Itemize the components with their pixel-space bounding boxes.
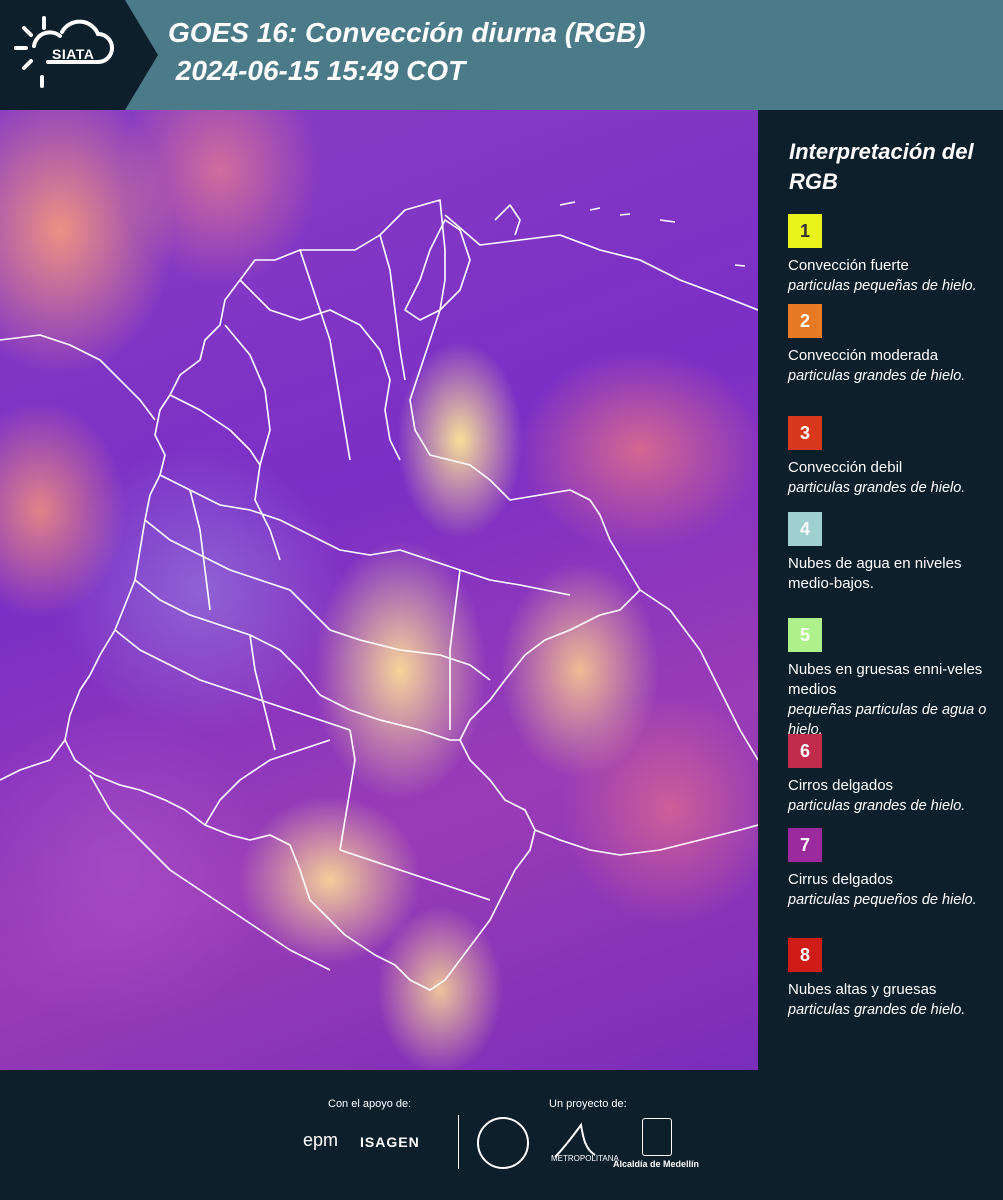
alcaldia-shield-icon: [642, 1118, 672, 1156]
legend-item: 4 Nubes de agua en niveles medio-bajos.: [788, 512, 993, 594]
legend-label: Nubes en gruesas enni-veles medios: [788, 661, 983, 698]
title-line-2: 2024-06-15 15:49 COT: [168, 55, 466, 86]
header: SIATA GOES 16: Convección diurna (RGB) 2…: [0, 0, 1003, 110]
legend-item: 2 Convección moderada particulas grandes d…: [788, 304, 993, 386]
legend-label: Cirros delgados: [788, 777, 894, 794]
footer: Con el apoyo de: Un proyecto de: epm ISA…: [0, 1070, 1003, 1200]
legend-description: particulas grandes de hielo.: [788, 368, 966, 384]
siata-logo: SIATA: [0, 0, 158, 110]
legend-title: Interpretación del RGB: [789, 139, 974, 194]
legend-description: particulas pequeñas de hielo.: [788, 278, 977, 294]
legend-swatch: 4: [788, 512, 822, 546]
legend-label: Convección debil: [788, 459, 903, 476]
logo-text: SIATA: [52, 46, 95, 62]
legend-panel: Interpretación del RGB 1 Convección fuert…: [758, 110, 1003, 1070]
legend-label: Cirrus delgados: [788, 871, 894, 888]
legend-swatch: 2: [788, 304, 822, 338]
legend-description: particulas pequeños de hielo.: [788, 892, 977, 908]
legend-label: Convección fuerte: [788, 257, 909, 274]
satellite-map: [0, 110, 758, 1070]
legend-swatch: 8: [788, 938, 822, 972]
epm-logo: epm: [303, 1130, 339, 1150]
legend-description: particulas grandes de hielo.: [788, 480, 966, 496]
legend-item: 6 Cirros delgados particulas grandes de hi…: [788, 734, 993, 816]
legend-item: 7 Cirrus delgados particulas pequeños de h…: [788, 828, 993, 910]
legend-description: particulas grandes de hielo.: [788, 798, 966, 814]
legend-description: particulas grandes de hielo.: [788, 1002, 966, 1018]
legend-label: Convección moderada: [788, 347, 939, 364]
legend-label: Nubes de agua en niveles medio-bajos.: [788, 555, 962, 592]
legend-swatch: 3: [788, 416, 822, 450]
legend-item: 8 Nubes altas y gruesas particulas grandes…: [788, 938, 993, 1020]
title-line-1: GOES 16: Convección diurna (RGB): [168, 17, 646, 48]
legend-swatch: 5: [788, 618, 822, 652]
legend-swatch: 7: [788, 828, 822, 862]
legend-swatch: 6: [788, 734, 822, 768]
isagen-logo: ISAGEN: [360, 1134, 420, 1150]
legend-item: 3 Convección debil particulas grandes de h…: [788, 416, 993, 498]
area-metropolitana-text: METROPOLITANA: [551, 1154, 619, 1163]
page-title: GOES 16: Convección diurna (RGB) 2024-06…: [168, 14, 646, 90]
legend-swatch: 1: [788, 214, 822, 248]
project-label: Un proyecto de:: [549, 1098, 627, 1110]
legend-item: 5 Nubes en gruesas enni-veles medios peque…: [788, 618, 993, 740]
country-borders: [0, 199, 758, 991]
legend-item: 1 Convección fuerte particulas pequeñas de…: [788, 214, 993, 296]
alcaldia-text: Alcaldía de Medellín: [613, 1159, 700, 1169]
footer-divider: [458, 1115, 459, 1169]
seal-icon: [477, 1117, 529, 1169]
legend-label: Nubes altas y gruesas: [788, 981, 937, 998]
support-label: Con el apoyo de:: [328, 1098, 412, 1110]
